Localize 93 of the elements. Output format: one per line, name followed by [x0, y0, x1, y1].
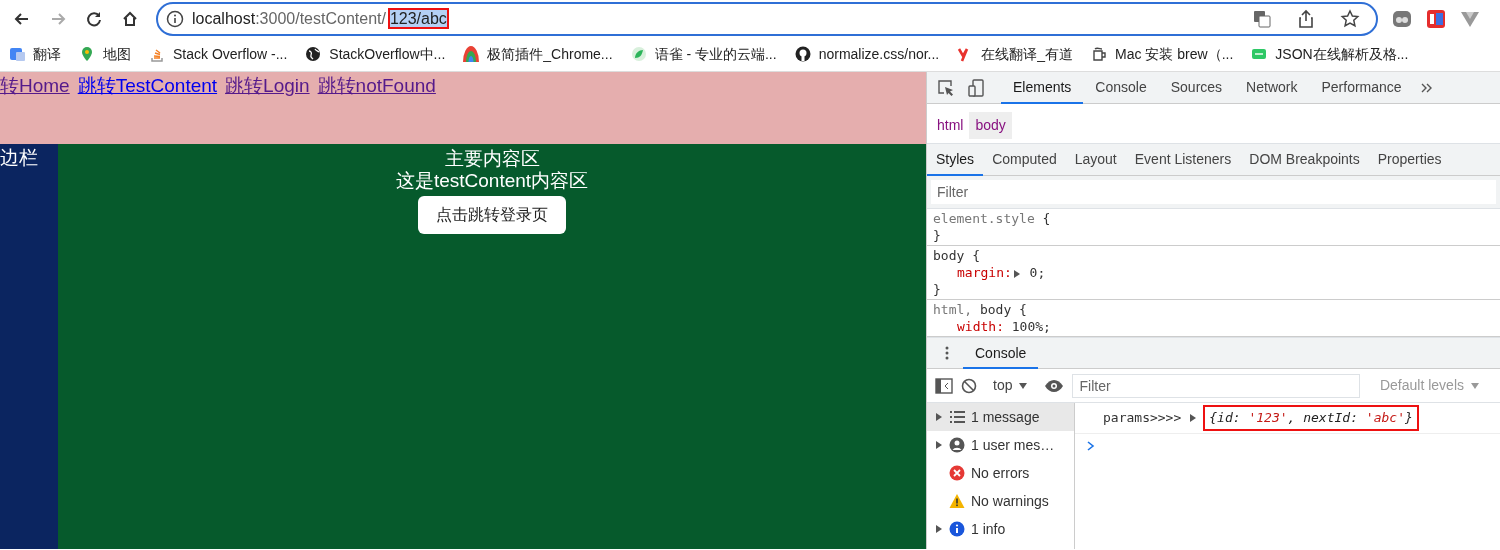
bookmark[interactable]: 在线翻译_有道 — [948, 43, 1083, 65]
console-sidebar-item[interactable]: No errors — [927, 459, 1074, 487]
info-icon — [949, 521, 965, 537]
caret-icon — [1470, 380, 1480, 391]
sidebar-label: 边栏 — [0, 147, 38, 168]
bookmark[interactable]: 极简插件_Chrome... — [454, 43, 622, 65]
bookmark[interactable]: Mac 安装 brew（... — [1082, 43, 1243, 65]
extension-icon[interactable] — [1426, 8, 1446, 29]
share-icon[interactable] — [1296, 8, 1316, 29]
login-button[interactable]: 点击跳转登录页 — [418, 196, 566, 234]
bookmark[interactable]: Stack Overflow -... — [140, 43, 297, 65]
inspect-icon[interactable] — [937, 78, 955, 97]
more-options-icon[interactable] — [943, 345, 951, 361]
expand-icon — [935, 440, 943, 450]
nav-link-text[interactable]: 跳转Login — [225, 72, 310, 101]
extension-icon[interactable] — [1392, 8, 1412, 29]
styles-tab[interactable]: Computed — [983, 143, 1066, 176]
devtools-tab[interactable]: Console — [1083, 71, 1159, 104]
star-icon[interactable] — [1340, 8, 1360, 29]
prompt-icon — [1085, 439, 1097, 452]
console-sidebar-item[interactable]: 1 message — [927, 403, 1074, 431]
styles-tab[interactable]: Event Listeners — [1125, 143, 1241, 176]
css-selector: html, — [933, 302, 973, 317]
brace: { — [1019, 302, 1027, 317]
drawer-tab[interactable]: Console — [963, 337, 1039, 369]
console-log-label: params>>>> — [1103, 409, 1182, 427]
css-selector: element.style — [933, 211, 1035, 226]
reload-icon — [85, 9, 103, 28]
bookmark-icon — [79, 46, 95, 62]
bookmark-icon — [463, 46, 480, 62]
expand-icon[interactable] — [1189, 412, 1198, 423]
expand-icon — [935, 412, 943, 422]
content-text: 主要内容区 — [444, 148, 540, 170]
translate-icon[interactable] — [1252, 8, 1272, 29]
styles-tab[interactable]: Styles — [927, 143, 984, 176]
css-value: 100%; — [1010, 319, 1051, 334]
css-property: width: — [957, 319, 1004, 334]
styles-tab[interactable]: Properties — [1368, 143, 1451, 176]
nav-link-text[interactable]: 跳转notFound — [317, 72, 436, 101]
console-filter-field[interactable]: Filter — [1072, 373, 1360, 398]
styles-tab[interactable]: DOM Breakpoints — [1240, 143, 1369, 176]
user-icon — [949, 437, 965, 453]
console-sidebar-item[interactable]: 1 user mes… — [927, 431, 1074, 459]
expand-icon — [935, 524, 943, 534]
info-icon — [166, 9, 184, 28]
breadcrumb-item[interactable]: body — [969, 112, 1012, 139]
devtools-tab[interactable]: Performance — [1309, 71, 1414, 104]
bookmark[interactable]: 地图 — [70, 43, 140, 65]
device-toolbar-icon[interactable] — [967, 78, 985, 97]
eye-icon[interactable] — [1044, 378, 1065, 393]
brace: } — [933, 281, 942, 298]
url-text[interactable]: localhost:3000/testContent/ 123/abc — [192, 6, 447, 31]
address-bar[interactable]: localhost:3000/testContent/ 123/abc — [156, 1, 1378, 36]
list-icon — [949, 409, 965, 425]
css-selector: body — [979, 302, 1012, 317]
bookmark[interactable]: normalize.css/nor... — [785, 43, 949, 65]
css-value: 0; — [1028, 265, 1046, 280]
nav-link-text[interactable]: 跳转TestContent — [77, 72, 218, 101]
sidebar-toggle-icon[interactable] — [935, 377, 953, 394]
context-dropdown[interactable]: top — [985, 369, 1037, 402]
breadcrumb-item[interactable]: html — [931, 112, 970, 139]
bookmark-icon — [794, 46, 811, 62]
console-sidebar-item[interactable]: 1 info — [927, 515, 1074, 543]
bookmark[interactable]: 语雀 - 专业的云端... — [621, 43, 786, 65]
expand-icon[interactable] — [1011, 268, 1022, 279]
brace: } — [933, 227, 942, 244]
bookmark-icon — [630, 46, 647, 62]
css-selector: body — [933, 248, 965, 263]
bookmark-icon — [149, 46, 165, 62]
styles-tab[interactable]: Layout — [1065, 143, 1126, 176]
bookmark-icon — [1091, 46, 1108, 62]
bookmark[interactable]: StackOverflow中... — [296, 43, 455, 65]
content-text: 这是testContent内容区 — [395, 170, 589, 192]
bookmark-icon — [1251, 46, 1268, 62]
object-preview[interactable]: {id: '123', nextId: 'abc'} — [1205, 407, 1417, 429]
error-icon — [949, 465, 965, 481]
devtools-tab[interactable]: Elements — [1001, 71, 1084, 104]
console-sidebar-item[interactable]: No warnings — [927, 487, 1074, 515]
bookmark[interactable]: JSON在线解析及格... — [1242, 43, 1418, 65]
filter-field[interactable]: Filter — [931, 180, 1496, 204]
bookmark-icon — [305, 46, 322, 62]
home-icon — [121, 9, 139, 28]
devtools-tab[interactable]: Sources — [1158, 71, 1235, 104]
nav-link-text[interactable]: 转Home — [0, 72, 70, 101]
bookmark[interactable]: 翻译 — [0, 43, 70, 65]
brace: { — [972, 248, 980, 263]
devtools-tab[interactable]: Network — [1234, 71, 1310, 104]
clear-icon[interactable] — [961, 377, 977, 394]
brace: { — [1042, 211, 1051, 226]
warning-icon — [949, 493, 965, 509]
css-property: margin: — [957, 265, 1012, 280]
caret-icon — [1018, 380, 1029, 391]
bookmark-icon — [9, 46, 25, 62]
